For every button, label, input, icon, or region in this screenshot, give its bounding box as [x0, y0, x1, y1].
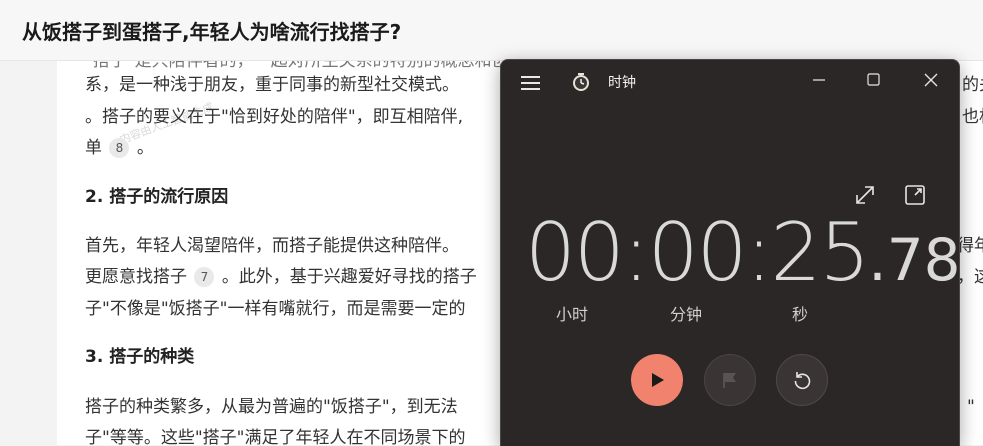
paragraph-text: 。: [136, 138, 154, 158]
maximize-icon[interactable]: [858, 68, 890, 92]
flag-icon: [723, 373, 736, 388]
play-icon: [652, 373, 664, 387]
close-icon[interactable]: [915, 68, 947, 92]
stopwatch-display: 00:00:25.78: [525, 206, 960, 306]
citation-badge[interactable]: 8: [109, 138, 130, 158]
article-header: 从饭搭子到蛋搭子,年轻人为啥流行找搭子?: [0, 0, 983, 61]
citation-badge[interactable]: 7: [194, 267, 215, 287]
hamburger-menu-icon[interactable]: [521, 74, 541, 92]
stopwatch-time: 00:00:25: [525, 206, 870, 299]
paragraph-line: 。搭子的要义在于"恰到好处的陪伴"，即互相陪伴,: [85, 107, 464, 127]
paragraph-text: 更愿意找搭子: [85, 267, 187, 287]
clock-window: 时钟 00:00:25.78 小时 分钟 秒: [500, 59, 960, 446]
paragraph-text: 单: [85, 138, 102, 158]
paragraph-line: 单 8 。: [85, 136, 154, 160]
paragraph-fragment: ": [967, 397, 975, 417]
paragraph-fragment: ，这: [957, 267, 983, 287]
paragraph-line: 搭子的种类繁多，从最为普遍的"饭搭子"，到无法: [85, 397, 458, 417]
stopwatch-hundredths: .78: [868, 226, 960, 294]
hours-label: 小时: [556, 305, 589, 324]
paragraph-fragment: 也相: [962, 107, 983, 127]
minutes-label: 分钟: [670, 305, 703, 324]
paragraph-fragment: 的关: [962, 75, 983, 95]
paragraph-line: 系，是一种浅于朋友，重于同事的新型社交模式。: [85, 75, 459, 95]
play-button[interactable]: [631, 354, 683, 406]
section-heading: 2. 搭子的流行原因: [85, 187, 229, 207]
reset-button[interactable]: [776, 354, 828, 406]
paragraph-line: 子"不像是"饭搭子"一样有嘴就行，而是需要一定的: [85, 299, 466, 319]
article-title: 从饭搭子到蛋搭子,年轻人为啥流行找搭子?: [22, 20, 402, 44]
paragraph-line: 更愿意找搭子 7 。此外，基于兴趣爱好寻找的搭子: [85, 265, 477, 289]
reset-icon: [794, 372, 811, 390]
paragraph-fragment: 得年: [957, 236, 983, 256]
clock-app-icon: [573, 73, 589, 91]
paragraph-line: 子"等等。这些"搭子"满足了年轻人在不同场景下的: [85, 428, 466, 445]
section-heading: 3. 搭子的种类: [85, 347, 195, 367]
paragraph-text: 。此外，基于兴趣爱好寻找的搭子: [221, 267, 477, 287]
seconds-label: 秒: [792, 305, 809, 324]
app-title: 时钟: [608, 75, 636, 91]
paragraph-line: 首先，年轻人渴望陪伴，而搭子能提供这种陪伴。: [85, 236, 459, 256]
lap-button[interactable]: [704, 354, 756, 406]
minimize-icon[interactable]: [803, 68, 835, 92]
